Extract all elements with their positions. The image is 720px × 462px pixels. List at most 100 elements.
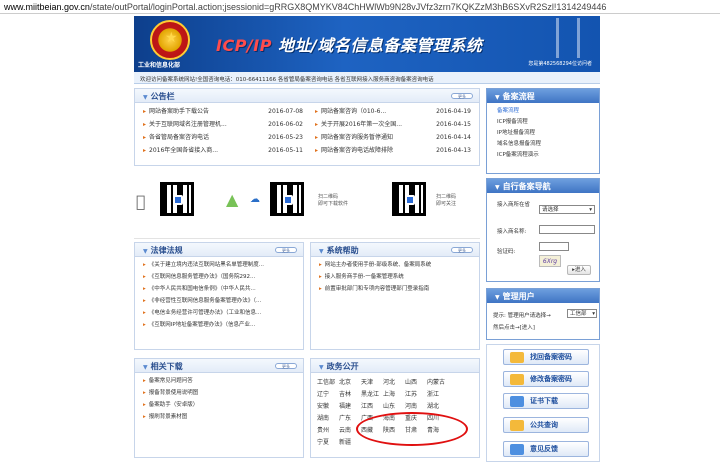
site-title: ICP/IP 地址/域名信息备案管理系统 xyxy=(216,32,482,56)
downloads-more-button[interactable]: 更多 xyxy=(275,363,297,369)
province-link[interactable]: 天津 xyxy=(361,377,383,386)
list-item[interactable]: ▸ 报刷背景素材图 xyxy=(135,411,303,423)
province-link[interactable]: 黑龙江 xyxy=(361,389,383,398)
help-link: 前置审批部门和专项内容管理部门登录指南 xyxy=(324,286,430,292)
captcha-input[interactable] xyxy=(539,242,569,251)
province-link[interactable]: 上海 xyxy=(383,389,405,398)
address-bar[interactable]: www.miitbeian.gov.cn/state/outPortal/log… xyxy=(0,0,720,14)
isp-name-label: 接入商名称: xyxy=(497,229,527,235)
list-item[interactable]: ▸ 网站备案助手下载公告 2016-07-08 xyxy=(135,105,307,118)
qr-code-android xyxy=(270,182,304,216)
divider xyxy=(134,238,480,239)
downloads-list: ▸ 备案常见问题问答 ▸ 报备背景使用说明图 ▸ 备案助手（安卓版） ▸ 报刷背景素材图 xyxy=(135,375,303,423)
province-link[interactable]: 山东 xyxy=(383,401,405,410)
province-link[interactable]: 河南 xyxy=(405,401,427,410)
notice-link: 关于开展2016年第一次全国... xyxy=(321,121,403,128)
apple-icon[interactable]:  xyxy=(136,192,146,211)
list-item[interactable]: ▸ 网站主办者使用手册-部级系统、备案局系统 xyxy=(311,259,479,271)
province-link[interactable]: 辽宁 xyxy=(317,389,339,398)
province-link[interactable]: 广东 xyxy=(339,413,361,422)
province-link[interactable]: 贵州 xyxy=(317,425,339,434)
list-item[interactable]: ▸ 2016年全国各省接入商... 2016-05-11 xyxy=(135,144,307,157)
process-link[interactable]: ICP备案流程演示 xyxy=(487,150,599,161)
help-title: ▼ 系统帮助 xyxy=(319,246,359,255)
list-item[interactable]: ▸ 网站备案咨询（010-6... 2016-04-19 xyxy=(307,105,475,118)
admin-select[interactable]: 工信部 ▾ xyxy=(567,309,597,318)
province-link[interactable]: 宁夏 xyxy=(317,437,339,446)
list-item[interactable]: ▸ 备案常见问题问答 xyxy=(135,375,303,387)
province-link[interactable]: 内蒙古 xyxy=(427,377,449,386)
notice-date: 2016-04-19 xyxy=(436,108,471,115)
gov-title: ▼ 政务公开 xyxy=(319,362,359,371)
notice-date: 2016-06-02 xyxy=(268,121,303,128)
list-item[interactable]: ▸ 关于互联网域名注册管理机... 2016-06-02 xyxy=(135,118,307,131)
list-item[interactable]: ▸ 备案助手（安卓版） xyxy=(135,399,303,411)
isp-name-input[interactable] xyxy=(539,225,595,234)
downloads-box: ▼ 相关下载 更多 ▸ 备案常见问题问答 ▸ 报备背景使用说明图 ▸ 备案助手（安卓版）… xyxy=(134,358,304,458)
province-link[interactable]: 新疆 xyxy=(339,437,361,446)
list-item[interactable]: ▸ 网站备案咨询服务暂停通知 2016-04-14 xyxy=(307,131,475,144)
certificate-download-button[interactable]: 证书下载 xyxy=(503,393,589,409)
admin-enter-link[interactable]: [进入] xyxy=(520,325,535,331)
recover-password-button[interactable]: 找回备案密码 xyxy=(503,349,589,365)
feedback-button[interactable]: 意见反馈 xyxy=(503,441,589,457)
list-item[interactable]: ▸ 各省管局备案咨询电话 2016-05-23 xyxy=(135,131,307,144)
enter-button[interactable]: ▸进入 xyxy=(567,265,591,275)
province-link[interactable]: 河北 xyxy=(383,377,405,386)
province-link[interactable]: 江西 xyxy=(361,401,383,410)
services-box: 找回备案密码 修改备案密码 证书下载 公共查询 意见反馈 xyxy=(486,344,600,462)
list-item[interactable]: ▸ 报备背景使用说明图 xyxy=(135,387,303,399)
public-query-button[interactable]: 公共查询 xyxy=(503,417,589,433)
notice-link: 各省管局备案咨询电话 xyxy=(149,134,210,141)
province-link[interactable]: 北京 xyxy=(339,377,361,386)
list-item[interactable]: ▸ 《中华人民共和国电信条例》（中华人民共... xyxy=(135,283,303,295)
notice-more-button[interactable]: 更多 xyxy=(451,93,473,99)
downloads-header: ▼ 相关下载 更多 xyxy=(135,359,303,373)
province-link[interactable]: 安徽 xyxy=(317,401,339,410)
help-header: ▼ 系统帮助 更多 xyxy=(311,243,479,257)
qr-label-follow: 扫二维码 即可关注 xyxy=(436,194,457,207)
province-select[interactable]: 请选择 ▾ xyxy=(539,205,595,214)
process-link[interactable]: IP地址报备流程 xyxy=(487,128,599,139)
province-link[interactable]: 浙江 xyxy=(427,389,449,398)
process-header: ▼ 备案流程 xyxy=(487,89,599,103)
list-item[interactable]: ▸ 《非经营性互联网信息服务备案管理办法》（... xyxy=(135,295,303,307)
certificate-icon xyxy=(510,396,524,407)
law-link: 《电信业务经营许可管理办法》（工业和信息... xyxy=(148,310,262,316)
process-link[interactable]: 备案流程 xyxy=(487,106,599,117)
help-more-button[interactable]: 更多 xyxy=(451,247,473,253)
list-item[interactable]: ▸ 接入服务商手册-一备案管理系统 xyxy=(311,271,479,283)
province-link[interactable]: 工信部 xyxy=(317,377,339,386)
service-label: 公共查询 xyxy=(530,421,558,429)
list-item[interactable]: ▸ 《互联网IP地址备案管理办法》（信息产业... xyxy=(135,319,303,331)
android-icon[interactable]: ▲ xyxy=(226,190,238,209)
help-link: 网站主办者使用手册-部级系统、备案局系统 xyxy=(324,262,432,268)
list-item[interactable]: ▸ 《电信业务经营许可管理办法》（工业和信息... xyxy=(135,307,303,319)
law-more-button[interactable]: 更多 xyxy=(275,247,297,253)
province-link[interactable]: 湖南 xyxy=(317,413,339,422)
list-item[interactable]: ▸ 关于开展2016年第一次全国... 2016-04-15 xyxy=(307,118,475,131)
province-link[interactable]: 吉林 xyxy=(339,389,361,398)
province-link[interactable]: 山西 xyxy=(405,377,427,386)
list-item[interactable]: ▸ 《互联网信息服务管理办法》（国务院292... xyxy=(135,271,303,283)
process-link[interactable]: ICP报备流程 xyxy=(487,117,599,128)
province-link[interactable]: 湖北 xyxy=(427,401,449,410)
law-link: 《关于建立境内违法互联网站黑名单管理制度... xyxy=(148,262,265,268)
site-title-rest: 地址/域名信息备案管理系统 xyxy=(271,36,483,55)
download-link: 备案助手（安卓版） xyxy=(148,402,199,408)
process-link[interactable]: 域名信息报备流程 xyxy=(487,139,599,150)
change-password-button[interactable]: 修改备案密码 xyxy=(503,371,589,387)
province-link[interactable]: 江苏 xyxy=(405,389,427,398)
notice-date: 2016-05-11 xyxy=(268,147,303,154)
captcha-label: 验证码: xyxy=(497,249,516,255)
list-item[interactable]: ▸ 《关于建立境内违法互联网站黑名单管理制度... xyxy=(135,259,303,271)
list-item[interactable]: ▸ 网站备案咨询电话故障排除 2016-04-13 xyxy=(307,144,475,157)
cloud-download-icon[interactable]: ☁ xyxy=(250,194,260,205)
captcha-image[interactable]: 6Xrg xyxy=(539,255,561,267)
province-link[interactable]: 福建 xyxy=(339,401,361,410)
highlight-circle xyxy=(356,412,468,446)
admin-select-value: 工信部 xyxy=(570,311,587,317)
admin-title: 管理用户 xyxy=(502,292,535,301)
law-list: ▸ 《关于建立境内违法互联网站黑名单管理制度... ▸ 《互联网信息服务管理办法》（… xyxy=(135,259,303,331)
list-item[interactable]: ▸ 前置审批部门和专项内容管理部门登录指南 xyxy=(311,283,479,295)
